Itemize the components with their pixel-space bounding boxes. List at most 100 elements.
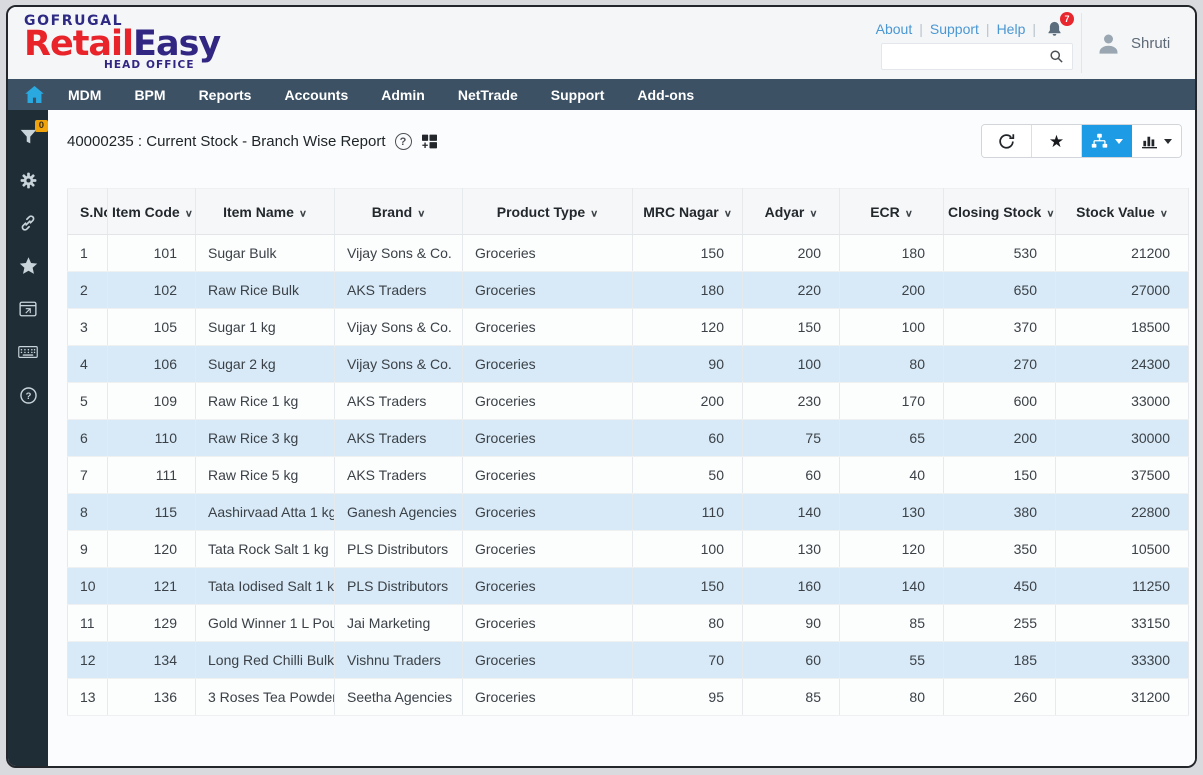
search-icon[interactable] bbox=[1049, 49, 1064, 64]
links-button[interactable] bbox=[18, 213, 38, 233]
table-cell: 10 bbox=[68, 568, 108, 605]
column-header-item-name[interactable]: Item Name∨ bbox=[196, 189, 335, 235]
nav-item-nettrade[interactable]: NetTrade bbox=[458, 87, 518, 103]
table-cell: 160 bbox=[743, 568, 840, 605]
refresh-button[interactable] bbox=[982, 125, 1032, 157]
nav-item-mdm[interactable]: MDM bbox=[68, 87, 101, 103]
notifications-button[interactable]: 7 bbox=[1046, 20, 1063, 38]
table-cell: 120 bbox=[633, 309, 743, 346]
table-cell: Ganesh Agencies bbox=[335, 494, 463, 531]
table-cell: 80 bbox=[840, 679, 944, 716]
header-link-about[interactable]: About bbox=[876, 21, 913, 37]
table-cell: 121 bbox=[108, 568, 196, 605]
home-button[interactable] bbox=[25, 86, 44, 103]
nav-item-admin[interactable]: Admin bbox=[381, 87, 425, 103]
sort-caret-icon: ∨ bbox=[417, 207, 425, 218]
table-cell: 75 bbox=[743, 420, 840, 457]
table-cell: 5 bbox=[68, 383, 108, 420]
table-cell: 110 bbox=[108, 420, 196, 457]
user-name: Shruti bbox=[1131, 35, 1170, 52]
link-separator: | bbox=[1032, 21, 1036, 37]
tiles-plus-button[interactable] bbox=[421, 134, 438, 149]
table-cell: AKS Traders bbox=[335, 420, 463, 457]
table-cell: 60 bbox=[743, 642, 840, 679]
column-header-product-type[interactable]: Product Type∨ bbox=[463, 189, 633, 235]
favorites-button[interactable] bbox=[18, 256, 38, 276]
table-cell: 110 bbox=[633, 494, 743, 531]
sort-caret-icon: ∨ bbox=[299, 207, 307, 218]
table-cell: 40 bbox=[840, 457, 944, 494]
table-cell: 130 bbox=[743, 531, 840, 568]
table-cell: 1 bbox=[68, 235, 108, 272]
header-link-support[interactable]: Support bbox=[930, 21, 979, 37]
sort-caret-icon: ∨ bbox=[809, 207, 817, 218]
table-cell: 13 bbox=[68, 679, 108, 716]
open-window-button[interactable] bbox=[18, 299, 38, 319]
table-cell: 3 Roses Tea Powder bbox=[196, 679, 335, 716]
table-cell: 33300 bbox=[1056, 642, 1189, 679]
nav-item-bpm[interactable]: BPM bbox=[134, 87, 165, 103]
table-cell: 100 bbox=[633, 531, 743, 568]
column-header-item-code[interactable]: Item Code∨ bbox=[108, 189, 196, 235]
table-cell: Groceries bbox=[463, 235, 633, 272]
table-cell: 105 bbox=[108, 309, 196, 346]
nav-item-reports[interactable]: Reports bbox=[199, 87, 252, 103]
table-cell: Groceries bbox=[463, 309, 633, 346]
nav-item-accounts[interactable]: Accounts bbox=[284, 87, 348, 103]
nav-item-add-ons[interactable]: Add-ons bbox=[637, 87, 694, 103]
table-cell: Vishnu Traders bbox=[335, 642, 463, 679]
help-icon: ? bbox=[19, 386, 38, 405]
table-cell: 85 bbox=[840, 605, 944, 642]
left-sidebar: 0 ? bbox=[8, 110, 48, 766]
stock-report-table: S.NoItem Code∨Item Name∨Brand∨Product Ty… bbox=[67, 188, 1189, 716]
chevron-down-icon bbox=[1115, 139, 1123, 144]
chart-view-button[interactable] bbox=[1132, 125, 1181, 157]
table-cell: Groceries bbox=[463, 457, 633, 494]
filter-button[interactable]: 0 bbox=[18, 127, 38, 147]
search-input[interactable] bbox=[882, 49, 1049, 64]
table-cell: 24300 bbox=[1056, 346, 1189, 383]
keyboard-icon bbox=[18, 345, 38, 359]
table-cell: Groceries bbox=[463, 531, 633, 568]
table-cell: 120 bbox=[840, 531, 944, 568]
table-cell: 370 bbox=[944, 309, 1056, 346]
table-cell: 134 bbox=[108, 642, 196, 679]
sort-caret-icon: ∨ bbox=[590, 207, 598, 218]
column-header-adyar[interactable]: Adyar∨ bbox=[743, 189, 840, 235]
help-button[interactable]: ? bbox=[18, 385, 38, 405]
favorite-button[interactable]: ★ bbox=[1032, 125, 1082, 157]
table-cell: Groceries bbox=[463, 383, 633, 420]
table-cell: 100 bbox=[840, 309, 944, 346]
table-cell: 106 bbox=[108, 346, 196, 383]
table-cell: 200 bbox=[944, 420, 1056, 457]
table-cell: 33150 bbox=[1056, 605, 1189, 642]
app-window: GOFRUGAL RetailEasy HEAD OFFICE About | Su… bbox=[6, 5, 1197, 768]
keyboard-button[interactable] bbox=[18, 342, 38, 362]
header-link-help[interactable]: Help bbox=[997, 21, 1026, 37]
app-logo[interactable]: GOFRUGAL RetailEasy HEAD OFFICE bbox=[24, 13, 220, 71]
table-row: 3105Sugar 1 kgVijay Sons & Co.Groceries1… bbox=[68, 309, 1189, 346]
column-header-closing-stock[interactable]: Closing Stock∨ bbox=[944, 189, 1056, 235]
column-header-ecr[interactable]: ECR∨ bbox=[840, 189, 944, 235]
column-header-brand[interactable]: Brand∨ bbox=[335, 189, 463, 235]
settings-button[interactable] bbox=[18, 170, 38, 190]
report-toolbar: ★ bbox=[981, 124, 1182, 158]
column-header-mrc-nagar[interactable]: MRC Nagar∨ bbox=[633, 189, 743, 235]
table-cell: 80 bbox=[633, 605, 743, 642]
table-cell: 150 bbox=[633, 235, 743, 272]
hierarchy-view-button[interactable] bbox=[1082, 125, 1132, 157]
home-icon bbox=[25, 86, 44, 103]
table-cell: 60 bbox=[633, 420, 743, 457]
logo-product-text: RetailEasy bbox=[24, 29, 220, 60]
nav-item-support[interactable]: Support bbox=[551, 87, 605, 103]
user-menu[interactable]: Shruti bbox=[1081, 13, 1195, 73]
table-cell: 120 bbox=[108, 531, 196, 568]
column-header-s-no[interactable]: S.No bbox=[68, 189, 108, 235]
report-help-icon[interactable]: ? bbox=[395, 133, 412, 150]
table-cell: Vijay Sons & Co. bbox=[335, 235, 463, 272]
column-header-stock-value[interactable]: Stock Value∨ bbox=[1056, 189, 1189, 235]
favorite-star-icon: ★ bbox=[1049, 133, 1064, 150]
table-cell: 600 bbox=[944, 383, 1056, 420]
table-cell: 21200 bbox=[1056, 235, 1189, 272]
sort-caret-icon: ∨ bbox=[724, 207, 732, 218]
